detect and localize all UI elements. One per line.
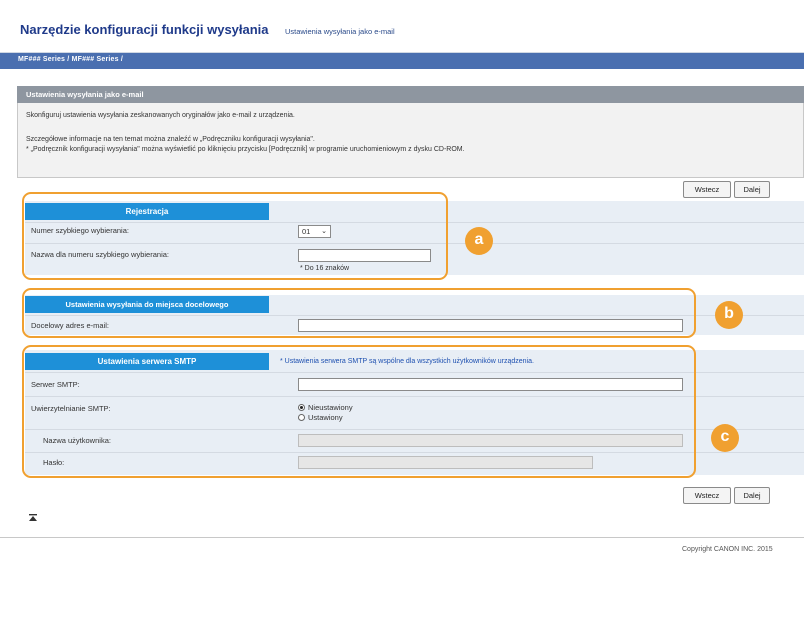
next-button-bottom[interactable]: Dalej: [734, 487, 770, 504]
info-manual-hint: * „Podręcznik konfiguracji wysyłania" mo…: [26, 146, 465, 153]
callout-c-frame: [22, 345, 696, 478]
back-button-bottom[interactable]: Wstecz: [683, 487, 731, 504]
info-description: Skonfiguruj ustawienia wysyłania zeskano…: [26, 112, 295, 119]
info-manual-note: Szczegółowe informacje na ten temat możn…: [26, 136, 315, 143]
callout-b-badge: b: [715, 301, 743, 329]
info-title: Ustawienia wysyłania jako e-mail: [26, 90, 144, 99]
app-title: Narzędzie konfiguracji funkcji wysyłania: [20, 22, 269, 37]
page-subtitle: Ustawienia wysyłania jako e-mail: [285, 27, 395, 36]
callout-a-frame: [22, 192, 448, 280]
copyright: Copyright CANON INC. 2015: [682, 546, 773, 553]
breadcrumb[interactable]: MF### Series / MF### Series /: [18, 56, 123, 63]
callout-c-badge: c: [711, 424, 739, 452]
page-top-icon[interactable]: [28, 513, 38, 523]
next-button-top[interactable]: Dalej: [734, 181, 770, 198]
back-button-top[interactable]: Wstecz: [683, 181, 731, 198]
callout-b-frame: [22, 288, 696, 338]
callout-a-badge: a: [465, 227, 493, 255]
